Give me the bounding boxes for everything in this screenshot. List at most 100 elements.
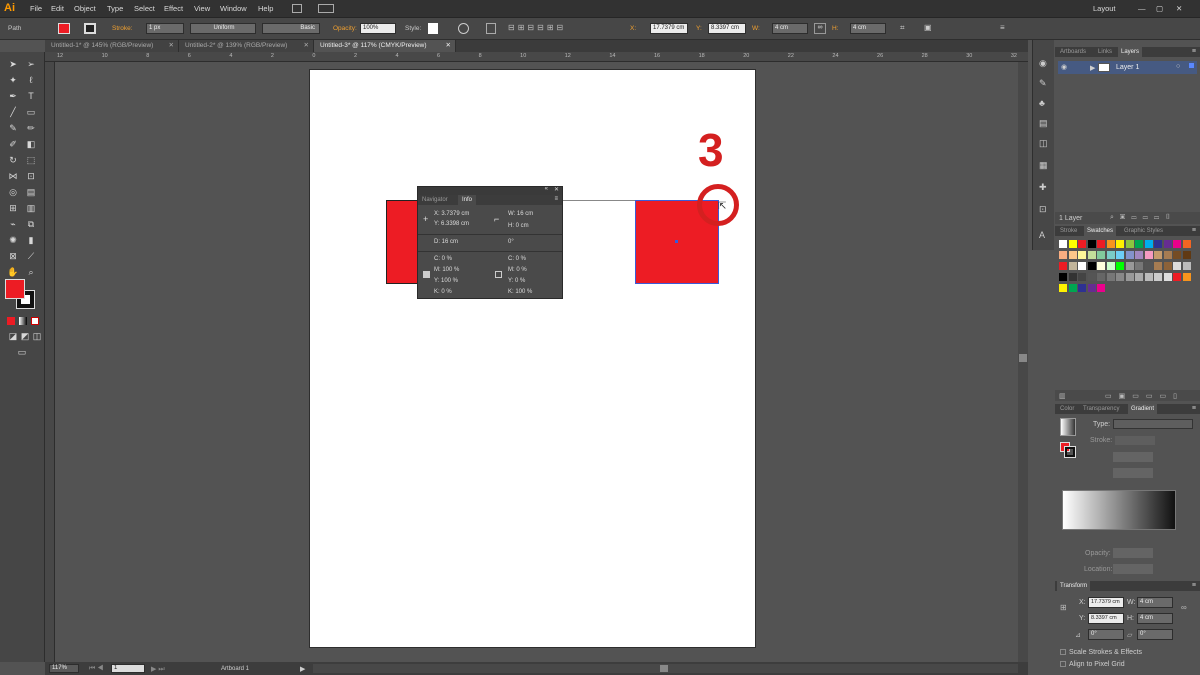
color-swatch[interactable] [1135, 262, 1143, 270]
color-swatch[interactable] [1144, 262, 1153, 270]
menu-edit[interactable]: Edit [51, 4, 64, 13]
perspective-grid-tool-icon[interactable]: ▤ [24, 186, 38, 198]
scale-tool-icon[interactable]: ⬚ [24, 154, 38, 166]
color-swatch[interactable] [1068, 273, 1077, 281]
h-field[interactable]: 4 cm [850, 23, 886, 34]
workspace-switcher[interactable]: Layout [1093, 4, 1116, 13]
align-panel-icon[interactable]: ▤ [1039, 118, 1048, 129]
color-swatch[interactable] [1087, 273, 1096, 281]
artboard-tool-icon[interactable]: ⊠ [6, 250, 20, 262]
color-swatch[interactable] [1097, 240, 1105, 248]
close-icon[interactable]: ✕ [1176, 4, 1182, 13]
rectangle-tool-icon[interactable]: ▭ [24, 106, 38, 118]
menu-select[interactable]: Select [134, 4, 155, 13]
constrain-icon[interactable]: ∞ [1181, 603, 1187, 612]
color-swatch[interactable] [1144, 273, 1153, 281]
swatch-actions[interactable]: ▭▣▭▭▭▯ [1105, 392, 1184, 400]
transform-title[interactable]: Transform [1057, 581, 1091, 591]
color-swatch[interactable] [1125, 262, 1134, 270]
scroll-thumb[interactable] [660, 665, 668, 672]
align-icon[interactable] [486, 23, 496, 34]
menu-view[interactable]: View [194, 4, 210, 13]
color-swatch[interactable] [1116, 240, 1124, 248]
free-transform-tool-icon[interactable]: ⊡ [24, 170, 38, 182]
tab-swatches[interactable]: Swatches [1084, 226, 1117, 236]
scroll-thumb[interactable] [1019, 354, 1027, 362]
maximize-icon[interactable]: ▢ [1156, 4, 1163, 13]
color-swatch[interactable] [1106, 240, 1115, 248]
color-swatch[interactable] [1163, 273, 1172, 281]
first-artboard-icon[interactable]: ⏮ ◀ [89, 665, 104, 673]
graphic-style-swatch[interactable] [428, 23, 438, 34]
stroke-gradient-buttons[interactable] [1115, 436, 1155, 445]
eyedropper-tool-icon[interactable]: ⌁ [6, 218, 20, 230]
tf-h-field[interactable]: 4 cm [1137, 613, 1173, 624]
tab-untitled-3[interactable]: Untitled-3* @ 117% (CMYK/Preview) ✕ [314, 40, 456, 52]
color-swatch[interactable] [1097, 273, 1105, 281]
target-icon[interactable]: ○ [1176, 63, 1180, 70]
color-swatch[interactable] [1116, 262, 1124, 270]
color-swatch[interactable] [1068, 284, 1077, 292]
color-swatch[interactable] [1078, 273, 1086, 281]
status-menu-icon[interactable]: ▶ [300, 665, 305, 673]
bridge-icon[interactable] [292, 4, 302, 13]
horizontal-ruler[interactable]: 12 10 8 6 4 2 0 2 4 6 8 10 12 14 16 18 20 22 24 26 28 30 32 [45, 52, 1028, 62]
artboard-number-field[interactable]: 1 [111, 664, 145, 673]
menu-object[interactable]: Object [74, 4, 96, 13]
opacity-field[interactable]: 100% [360, 23, 396, 34]
zoom-tool-icon[interactable]: ⌕ [24, 266, 38, 278]
none-mode-icon[interactable] [31, 317, 39, 325]
tab-navigator[interactable]: Navigator [422, 197, 448, 203]
type-dropdown[interactable] [1113, 419, 1193, 429]
shape-builder-tool-icon[interactable]: ◎ [6, 186, 20, 198]
x-field[interactable]: 17.7379 cm [650, 23, 688, 34]
width-tool-icon[interactable]: ⋈ [6, 170, 20, 182]
color-swatch[interactable] [1087, 240, 1096, 248]
artboard[interactable]: 3 ⇱ [309, 69, 756, 648]
color-swatch[interactable] [1078, 284, 1086, 292]
color-swatch[interactable] [1182, 240, 1191, 248]
graphic-styles-icon[interactable]: ✚ [1039, 182, 1047, 193]
tab-graphic-styles[interactable]: Graphic Styles [1121, 226, 1166, 236]
tab-close-icon[interactable]: ✕ [304, 40, 309, 52]
tab-info[interactable]: Info [458, 195, 477, 205]
panel-menu-icon[interactable]: ≡ [1000, 23, 1010, 34]
column-graph-tool-icon[interactable]: ▮ [24, 234, 38, 246]
horizontal-scrollbar[interactable] [313, 664, 1018, 673]
magic-wand-tool-icon[interactable]: ✦ [6, 74, 20, 86]
align-buttons[interactable]: ⊟⊞⊟⊟⊞⊟ [508, 23, 618, 34]
vertical-scrollbar[interactable] [1018, 62, 1028, 662]
color-swatch[interactable] [1059, 262, 1067, 270]
color-swatch[interactable] [1154, 262, 1162, 270]
menu-help[interactable]: Help [258, 4, 273, 13]
panel-grip[interactable]: « ✕ [418, 186, 562, 195]
tab-close-icon[interactable]: ✕ [446, 40, 451, 52]
tab-transparency[interactable]: Transparency [1080, 404, 1122, 414]
color-swatch[interactable] [1097, 262, 1105, 270]
selection-tool-icon[interactable]: ➤ [6, 58, 20, 70]
mesh-tool-icon[interactable]: ⊞ [6, 202, 20, 214]
color-guide-icon[interactable]: ▦ [1039, 160, 1048, 171]
brush-definition[interactable]: Basic [262, 23, 320, 34]
color-swatch[interactable] [1125, 240, 1134, 248]
screen-mode-icon[interactable]: ▭ [15, 346, 29, 358]
color-swatch[interactable] [1087, 251, 1096, 259]
color-swatch[interactable] [1097, 251, 1105, 259]
slice-tool-icon[interactable]: ⟋ [24, 250, 38, 262]
color-swatch[interactable] [1154, 240, 1162, 248]
color-swatch[interactable] [1116, 273, 1124, 281]
layer-row[interactable]: ◉ ▶ Layer 1 ○ [1058, 61, 1197, 74]
color-swatch[interactable] [1144, 240, 1153, 248]
tf-y-field[interactable]: 8.3397 cm [1088, 613, 1124, 624]
color-swatch[interactable] [1059, 240, 1067, 248]
fill-swatch[interactable] [58, 23, 70, 34]
tf-w-field[interactable]: 4 cm [1137, 597, 1173, 608]
pathfinder-icon[interactable]: ◫ [1039, 138, 1048, 149]
menu-effect[interactable]: Effect [164, 4, 183, 13]
color-swatch[interactable] [1163, 251, 1172, 259]
tf-shear-field[interactable]: 0° [1137, 629, 1173, 640]
appearance-icon[interactable]: ◉ [1039, 58, 1047, 69]
opacity-label[interactable]: Opacity: [333, 25, 357, 32]
scale-strokes-checkbox[interactable] [1060, 649, 1066, 655]
tab-layers[interactable]: Layers [1118, 47, 1143, 57]
